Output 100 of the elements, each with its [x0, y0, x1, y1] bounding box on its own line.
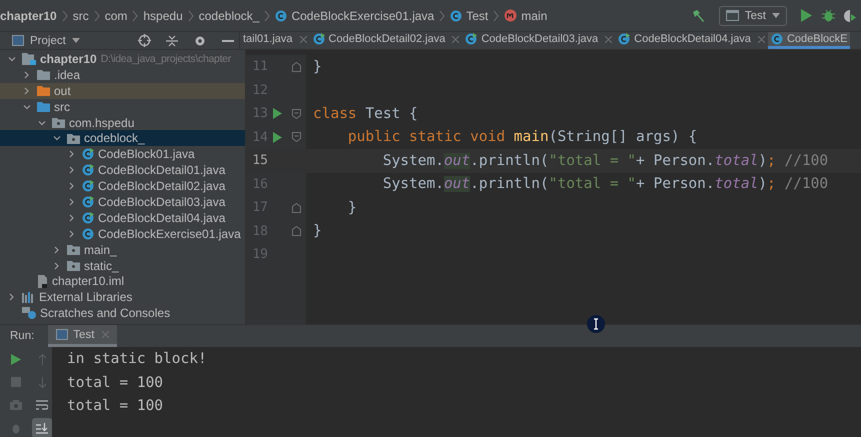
runnable-class-icon [82, 212, 94, 224]
chevron-right-icon [132, 10, 138, 22]
breadcrumb[interactable]: com [104, 8, 128, 22]
chevron-right-icon[interactable] [68, 230, 76, 238]
tree-item[interactable]: chapter10 D:\idea_java_projects\chapter [0, 51, 245, 67]
editor-tab[interactable]: CodeBlockDetail04.java [615, 32, 768, 49]
line-number: 15 [251, 153, 268, 168]
package-icon [67, 132, 80, 144]
chevron-right-icon [493, 10, 500, 22]
breadcrumb[interactable]: hspedu [143, 8, 183, 22]
scratches-icon [22, 307, 36, 320]
chevron-down-icon[interactable] [53, 134, 61, 142]
folder-icon [37, 69, 50, 80]
tree-item[interactable]: CodeBlockDetail02.java [0, 178, 245, 194]
project-path: D:\idea_java_projects\chapter [100, 52, 231, 65]
chevron-right-icon[interactable] [53, 262, 61, 270]
file-icon [37, 274, 48, 288]
tree-item[interactable]: External Libraries [0, 289, 245, 306]
chevron-right-icon[interactable] [68, 182, 76, 190]
runnable-class-icon [465, 33, 478, 45]
chevron-right-icon[interactable] [68, 198, 76, 206]
breadcrumb[interactable]: CodeBlockExercise01.java [275, 8, 434, 22]
library-icon [22, 292, 35, 303]
fold-icon[interactable] [292, 108, 301, 119]
chevron-down-icon[interactable] [8, 54, 16, 63]
chevron-right-icon[interactable] [53, 246, 61, 254]
tree-item[interactable]: out [0, 82, 245, 99]
tree-item[interactable]: .idea [0, 66, 245, 83]
breadcrumb[interactable]: codeblock_ [198, 8, 260, 22]
method-icon [504, 9, 518, 22]
fold-icon[interactable] [292, 132, 301, 142]
tree-item[interactable]: static_ [0, 258, 245, 274]
breadcrumb[interactable]: chapter10 [0, 8, 57, 22]
fold-icon[interactable] [292, 202, 301, 213]
editor-tab[interactable]: CodeBlockE [768, 32, 850, 49]
tree-item[interactable]: main_ [0, 242, 245, 258]
run-gutter-icon[interactable] [273, 108, 282, 120]
editor-tab[interactable]: CodeBlockDetail03.java [462, 32, 616, 49]
breadcrumb[interactable]: src [72, 8, 89, 22]
scroll-to-end-icon[interactable] [32, 418, 52, 437]
console-output-line: total = 100 [67, 374, 164, 392]
code-line: class Test { [313, 106, 418, 122]
window-icon [726, 10, 739, 21]
class-icon [450, 10, 462, 22]
chevron-right-icon[interactable] [23, 86, 31, 95]
code-line: } [346, 200, 357, 216]
tree-item[interactable]: CodeBlockDetail04.java [0, 210, 245, 226]
code-line: } [313, 58, 322, 75]
chevron-right-icon[interactable] [23, 70, 31, 79]
dropdown-arrow-icon [72, 38, 80, 43]
close-icon[interactable] [300, 36, 307, 42]
chevron-down-icon[interactable] [38, 118, 46, 126]
close-icon[interactable] [452, 36, 460, 42]
chevron-right-icon [439, 10, 446, 22]
chevron-right-icon[interactable] [68, 166, 76, 174]
chevron-right-icon [264, 10, 270, 22]
close-icon[interactable] [758, 36, 765, 42]
editor-tab[interactable]: CodeBlockDetail02.java [310, 32, 462, 49]
chevron-right-icon[interactable] [68, 150, 76, 158]
runnable-class-icon [82, 196, 94, 208]
close-icon[interactable] [605, 36, 612, 42]
run-configuration-dropdown[interactable]: Test [718, 6, 787, 26]
window-icon [12, 35, 24, 46]
runnable-class-icon [618, 33, 630, 45]
breadcrumb[interactable]: Test [450, 8, 488, 22]
class-icon [82, 228, 94, 240]
folder-icon [37, 101, 50, 112]
class-icon [770, 33, 783, 45]
editor-tab[interactable]: tail01.java [240, 32, 310, 49]
chevron-right-icon[interactable] [68, 214, 76, 222]
chevron-down-icon[interactable] [23, 102, 31, 111]
run-gutter-icon[interactable] [273, 132, 282, 143]
runnable-class-icon [82, 148, 94, 160]
run-panel-label: Run: [10, 330, 34, 342]
tree-item[interactable]: src [0, 98, 245, 115]
console-output-line: in static block! [67, 350, 207, 369]
tree-item[interactable]: Scratches and Consoles [0, 305, 245, 322]
tree-item[interactable]: CodeBlock01.java [0, 146, 245, 162]
run-tab[interactable]: Test [48, 325, 118, 347]
package-icon [67, 244, 80, 256]
tree-item[interactable]: CodeBlockExercise01.java [0, 226, 245, 242]
resize-cursor-icon [587, 315, 605, 333]
fold-icon[interactable] [292, 226, 301, 236]
console-output-line: total = 100 [67, 397, 164, 416]
code-line: public static void main(String[] args) { [346, 129, 698, 146]
runnable-class-icon [82, 164, 94, 176]
chevron-right-icon [62, 10, 68, 22]
breadcrumb[interactable]: main [504, 8, 548, 22]
tree-item[interactable]: chapter10.iml [0, 273, 245, 290]
fold-icon[interactable] [292, 62, 301, 72]
tree-item[interactable]: com.hspedu [0, 114, 245, 130]
code-line: System.out.println("total = "+ Person.total); //100 [382, 152, 828, 169]
project-view-dropdown[interactable]: Project [12, 34, 80, 46]
package-icon [67, 260, 80, 272]
tree-item[interactable]: CodeBlockDetail03.java [0, 194, 245, 210]
tree-item[interactable]: CodeBlockDetail01.java [0, 162, 245, 178]
runnable-class-icon [312, 33, 325, 45]
tree-item[interactable]: codeblock_ [0, 130, 245, 146]
chevron-right-icon[interactable] [8, 293, 16, 302]
folder-icon [37, 85, 50, 96]
